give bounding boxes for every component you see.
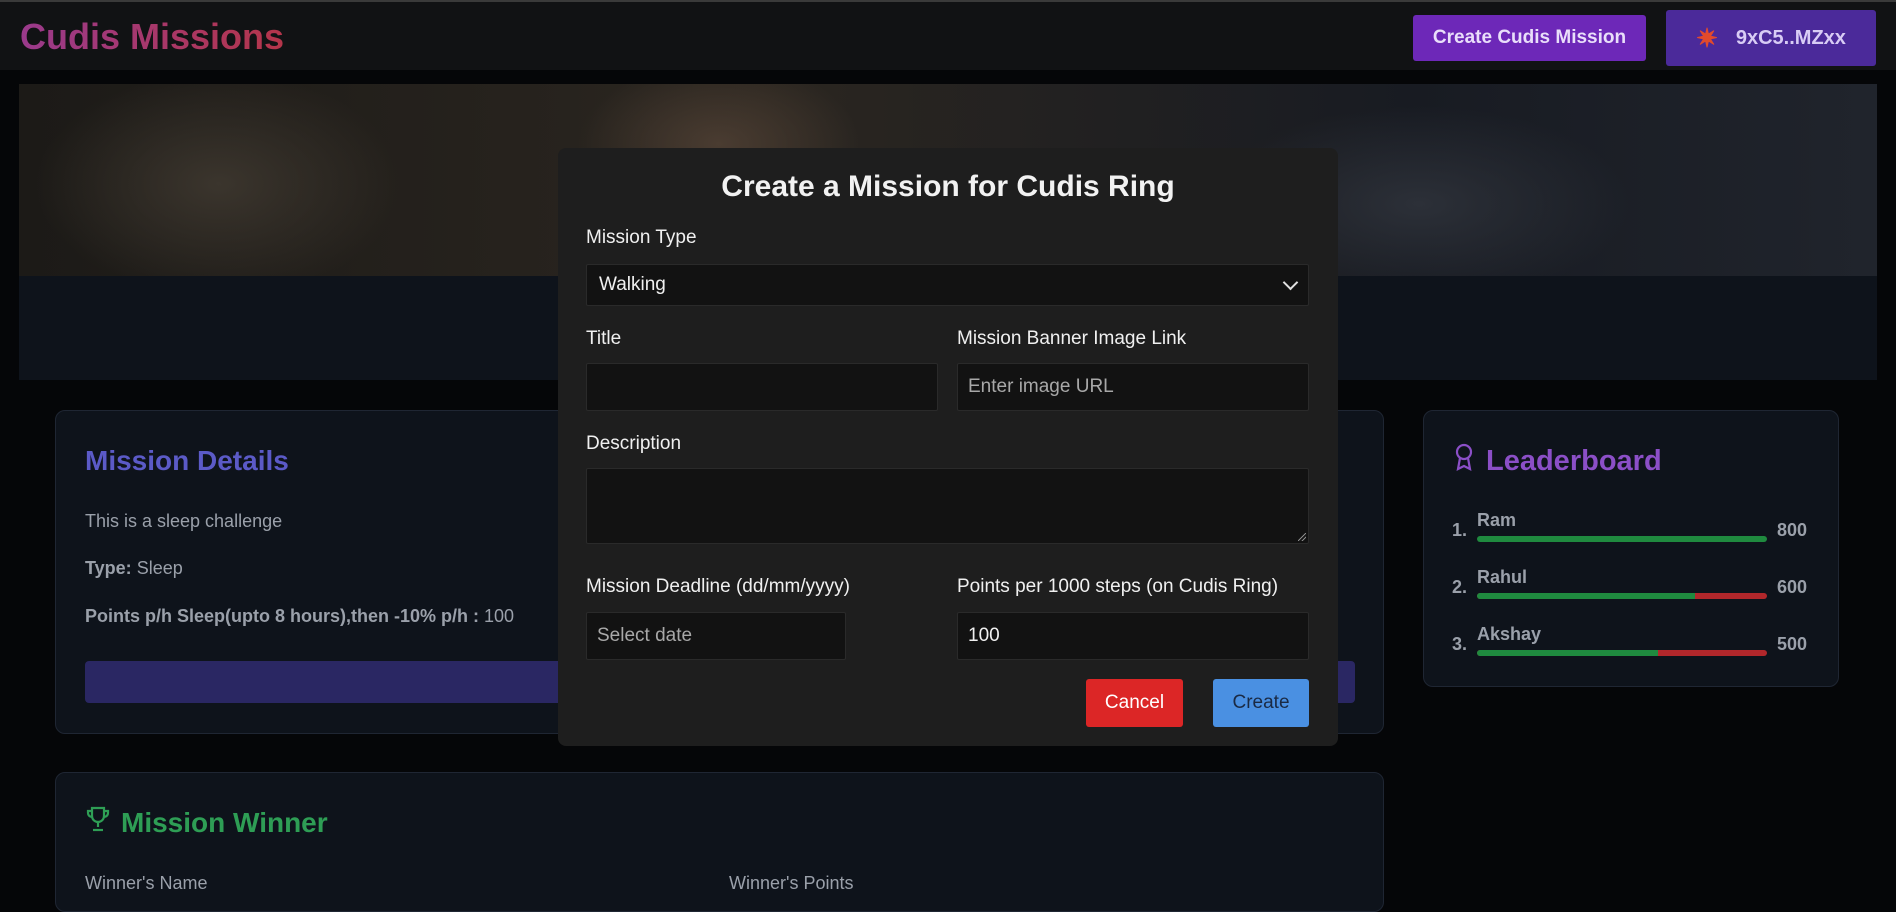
- title-label: Title: [586, 328, 622, 349]
- leaderboard-heading: Leaderboard: [1454, 443, 1662, 479]
- award-icon: [1454, 443, 1474, 479]
- brand-title[interactable]: Cudis Missions: [20, 16, 284, 58]
- wallet-address: 9xC5..MZxx: [1735, 26, 1846, 49]
- cancel-button[interactable]: Cancel: [1086, 679, 1183, 727]
- mission-winner-heading: Mission Winner: [85, 805, 328, 840]
- mission-type-label: Type:: [85, 558, 132, 578]
- modal-title: Create a Mission for Cudis Ring: [721, 170, 1175, 203]
- points-per-steps-input[interactable]: [957, 612, 1309, 660]
- mission-type-label: Mission Type: [586, 227, 697, 248]
- leaderboard-card: Leaderboard 1. Ram 800 2. Rahul 600 3. Akshay 50…: [1423, 410, 1839, 687]
- leaderboard-progress-fill: [1477, 593, 1695, 599]
- points-per-steps-label: Points per 1000 steps (on Cudis Ring): [957, 576, 1279, 597]
- leaderboard-rank: 3.: [1452, 634, 1468, 654]
- starburst-icon: ✷: [1696, 22, 1718, 53]
- leaderboard-progress-bar: [1477, 593, 1767, 599]
- top-navbar: Cudis Missions Create Cudis Mission ✷ 9x…: [0, 0, 1896, 70]
- leaderboard-progress-bar: [1477, 536, 1767, 542]
- banner-url-input[interactable]: [957, 363, 1309, 411]
- leaderboard-rank: 1.: [1452, 520, 1468, 540]
- leaderboard-score: 600: [1777, 577, 1808, 597]
- leaderboard-name: Ram: [1477, 510, 1517, 530]
- create-cudis-mission-button[interactable]: Create Cudis Mission: [1413, 15, 1646, 61]
- leaderboard-rank: 2.: [1452, 577, 1468, 597]
- leaderboard-name: Akshay: [1477, 624, 1542, 644]
- leaderboard-score: 500: [1777, 634, 1808, 654]
- mission-details-title: Mission Details: [85, 445, 289, 476]
- leaderboard-score: 800: [1777, 520, 1808, 540]
- mission-type-selected: Walking: [599, 274, 666, 295]
- leaderboard-progress-fill: [1477, 650, 1659, 656]
- mission-winner-title: Mission Winner: [121, 806, 328, 838]
- trophy-icon: [85, 805, 111, 840]
- chevron-down-icon: [1282, 274, 1299, 291]
- banner-link-label: Mission Banner Image Link: [957, 328, 1187, 349]
- mission-type-value: Sleep: [136, 558, 183, 578]
- mission-points: Points p/h Sleep(upto 8 hours),then -10%…: [85, 606, 514, 627]
- leaderboard-progress-fill: [1477, 536, 1767, 542]
- leaderboard-progress-bar: [1477, 650, 1767, 656]
- description-wrapper: [586, 468, 1309, 544]
- title-input[interactable]: [586, 363, 938, 411]
- deadline-label: Mission Deadline (dd/mm/yyyy): [586, 576, 850, 597]
- description-textarea[interactable]: [586, 468, 1309, 544]
- resize-handle-icon[interactable]: [1298, 533, 1306, 541]
- create-button[interactable]: Create: [1213, 679, 1309, 727]
- leaderboard-name: Rahul: [1477, 567, 1528, 587]
- wallet-button[interactable]: ✷ 9xC5..MZxx: [1666, 10, 1876, 66]
- mission-type: Type: Sleep: [85, 558, 183, 579]
- leaderboard-row: 1. Ram 800: [1452, 510, 1812, 554]
- mission-points-label: Points p/h Sleep(upto 8 hours),then -10%…: [85, 606, 480, 626]
- deadline-date-input[interactable]: [586, 612, 846, 660]
- description-label: Description: [586, 433, 682, 454]
- leaderboard-row: 3. Akshay 500: [1452, 624, 1812, 668]
- create-mission-modal: Create a Mission for Cudis Ring Mission …: [558, 148, 1338, 746]
- leaderboard-title: Leaderboard: [1486, 444, 1662, 477]
- leaderboard-row: 2. Rahul 600: [1452, 567, 1812, 611]
- mission-description: This is a sleep challenge: [85, 511, 283, 531]
- mission-points-value: 100: [484, 606, 515, 626]
- mission-winner-card: Mission Winner Winner's Name Winner's Po…: [55, 772, 1384, 912]
- mission-type-select[interactable]: Walking: [586, 264, 1309, 306]
